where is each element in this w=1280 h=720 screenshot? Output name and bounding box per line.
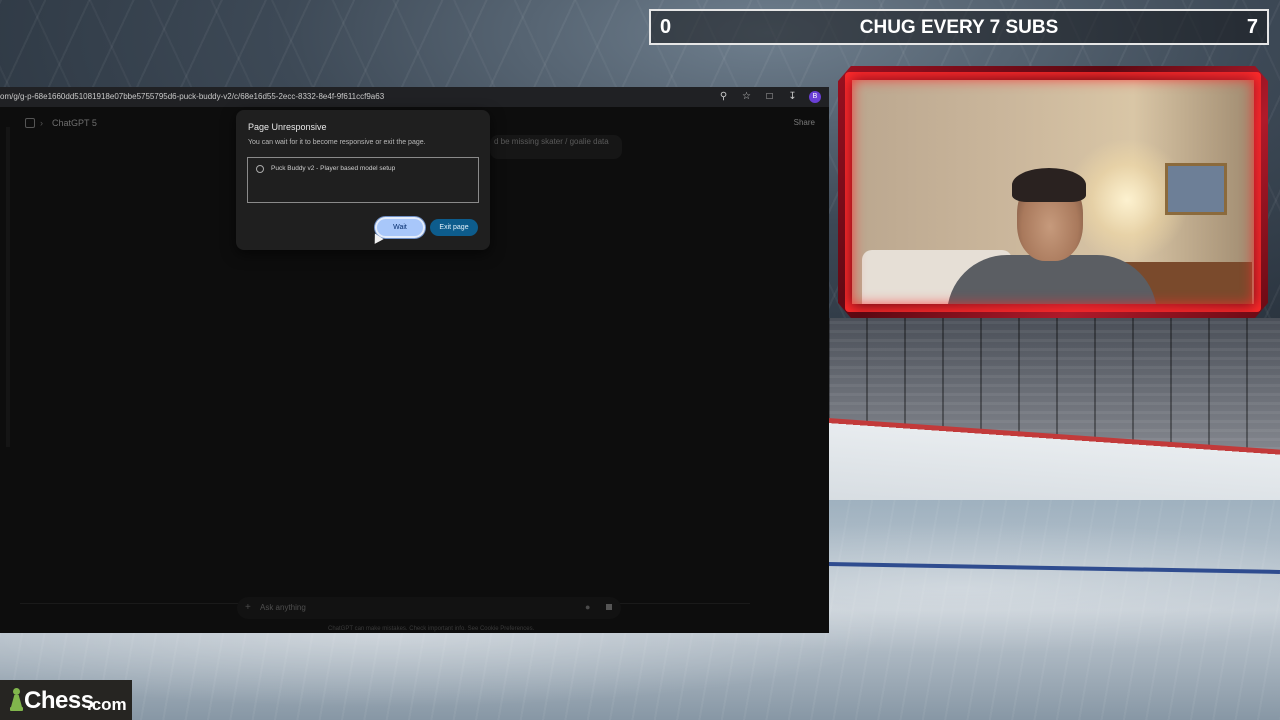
chess-com-logo: Chess .com [0,680,132,720]
goal-title: CHUG EVERY 7 SUBS [859,17,1059,38]
logo-tld: .com [87,695,127,714]
webcam-glow [845,72,1261,312]
message-text: d be missing skater / goalie data [494,137,609,146]
toolbar-icons: ⚲ ☆ □ ↧ B [717,90,821,103]
wait-button[interactable]: Wait [375,217,425,238]
url-text[interactable]: om/g/g-p-68e1660dd51081918e07bbe5755795d… [0,92,384,101]
sidebar-toggle-icon[interactable] [25,118,35,128]
breadcrumb-separator: › [40,118,43,128]
download-icon[interactable]: ↧ [786,90,799,103]
pawn-icon [10,688,23,712]
profile-icon[interactable]: B [809,90,821,103]
composer[interactable]: + Ask anything ● [237,597,621,619]
mic-icon[interactable]: ● [585,602,590,612]
dialog-description: You can wait for it to become responsive… [248,139,426,146]
plus-icon[interactable]: + [245,602,251,613]
exit-page-button[interactable]: Exit page [430,219,478,236]
address-bar[interactable]: om/g/g-p-68e1660dd51081918e07bbe5755795d… [0,87,829,107]
dialog-title: Page Unresponsive [248,122,327,132]
sidebar-rail [6,127,10,447]
logo-word: Chess [24,687,94,714]
page-unresponsive-dialog: Page Unresponsive You can wait for it to… [236,110,490,250]
unresponsive-page-list: Puck Buddy v2 - Player based model setup [247,157,479,203]
composer-input[interactable]: Ask anything [260,603,306,612]
disclaimer-text: ChatGPT can make mistakes. Check importa… [328,626,535,632]
extensions-icon[interactable]: □ [763,90,776,103]
unresponsive-page-item: Puck Buddy v2 - Player based model setup [271,165,396,172]
star-icon[interactable]: ☆ [740,90,753,103]
model-selector[interactable]: ChatGPT 5 [52,118,97,128]
stop-icon[interactable] [606,604,612,610]
share-button[interactable]: Share [794,118,815,127]
sub-goal-banner: 0 CHUG EVERY 7 SUBS 7 [649,9,1269,45]
zoom-icon[interactable]: ⚲ [717,90,730,103]
globe-icon [256,165,264,173]
goal-target-count: 7 [1246,16,1258,38]
